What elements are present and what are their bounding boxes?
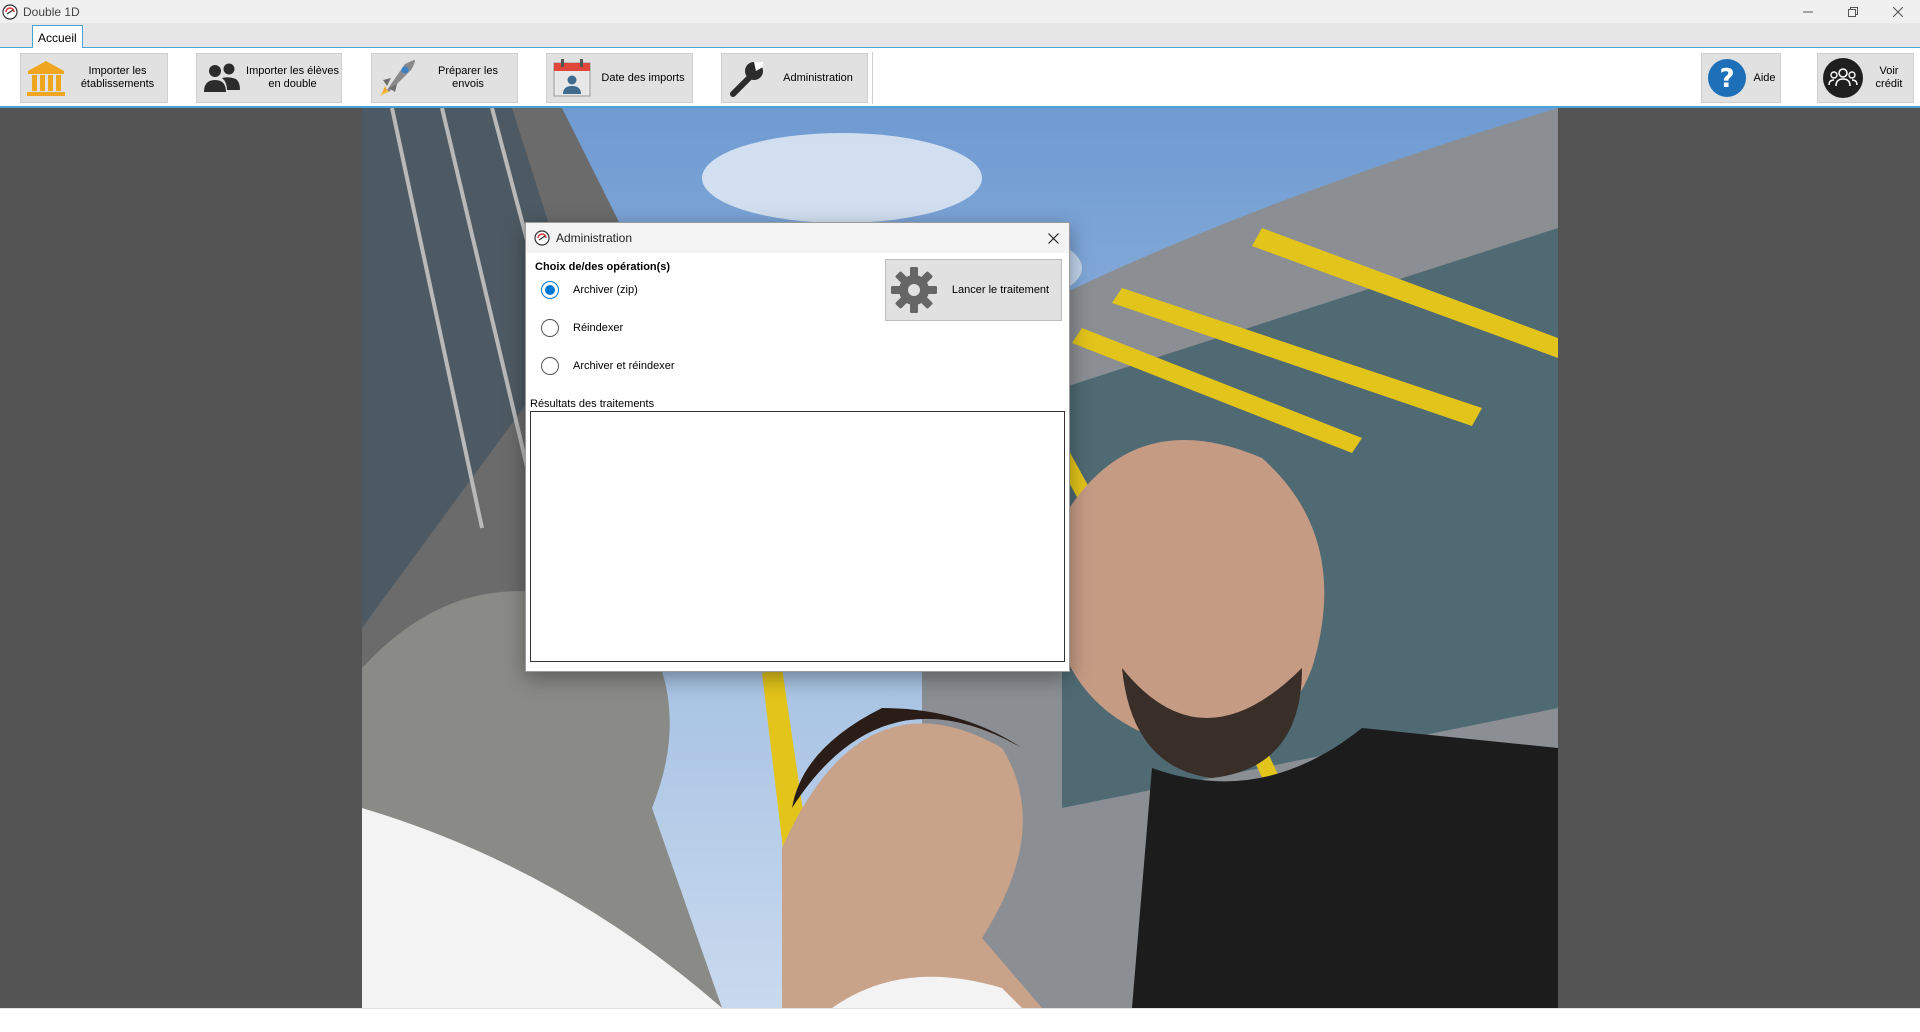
tab-accueil[interactable]: Accueil bbox=[32, 25, 83, 49]
option-label: Réindexer bbox=[573, 322, 624, 334]
help-button[interactable]: ? Aide bbox=[1701, 53, 1781, 103]
option-archive-zip[interactable]: Archiver (zip) bbox=[541, 281, 638, 299]
window-controls bbox=[1785, 0, 1920, 23]
window-title: Double 1D bbox=[23, 4, 80, 19]
gear-icon bbox=[891, 267, 937, 313]
users-icon bbox=[204, 63, 240, 92]
calendar-person-icon bbox=[553, 59, 591, 97]
close-icon bbox=[1047, 232, 1059, 244]
option-reindex[interactable]: Réindexer bbox=[541, 319, 623, 337]
minimize-button[interactable] bbox=[1785, 0, 1830, 23]
help-icon: ? bbox=[1708, 59, 1746, 97]
toolbar-separator bbox=[872, 52, 873, 104]
option-archive-and-reindex[interactable]: Archiver et réindexer bbox=[541, 357, 675, 375]
prepare-sendings-button[interactable]: Préparer les envois bbox=[371, 53, 518, 103]
team-icon bbox=[1823, 58, 1863, 98]
ribbon-toolbar: Importer les établissements Importer les… bbox=[0, 48, 1920, 108]
app-logo-icon bbox=[2, 3, 18, 20]
institution-icon bbox=[27, 61, 65, 96]
dialog-title: Administration bbox=[556, 231, 633, 245]
restore-icon bbox=[1847, 6, 1858, 17]
import-establishments-button[interactable]: Importer les établissements bbox=[20, 53, 168, 103]
results-textbox[interactable] bbox=[530, 411, 1065, 662]
help-label: Aide bbox=[1753, 71, 1776, 84]
option-label: Archiver et réindexer bbox=[573, 360, 675, 372]
dialog-close-button[interactable] bbox=[1041, 226, 1065, 250]
administration-label: Administration bbox=[783, 71, 853, 84]
import-dates-button[interactable]: Date des imports bbox=[546, 53, 693, 103]
radio-button[interactable] bbox=[541, 357, 559, 375]
svg-text:?: ? bbox=[1719, 64, 1734, 94]
import-duplicate-students-button[interactable]: Importer les élèves en double bbox=[196, 53, 342, 103]
status-bar bbox=[0, 1008, 1920, 1032]
run-processing-button[interactable]: Lancer le traitement bbox=[885, 259, 1062, 321]
close-button[interactable] bbox=[1875, 0, 1920, 23]
minimize-icon bbox=[1802, 11, 1813, 12]
option-label: Archiver (zip) bbox=[573, 284, 638, 296]
prepare-sendings-label: Préparer les envois bbox=[438, 65, 498, 90]
ribbon-tab-bar: Accueil bbox=[0, 23, 1920, 49]
view-credits-label: Voir crédit bbox=[1875, 65, 1903, 90]
close-icon bbox=[1892, 6, 1903, 17]
radio-button[interactable] bbox=[541, 319, 559, 337]
run-processing-label: Lancer le traitement bbox=[951, 284, 1050, 296]
restore-button[interactable] bbox=[1830, 0, 1875, 23]
rocket-icon bbox=[379, 60, 415, 96]
wrench-icon bbox=[730, 62, 763, 97]
administration-dialog: Administration Choix de/des opération(s)… bbox=[525, 222, 1070, 672]
administration-button[interactable]: Administration bbox=[721, 53, 868, 103]
results-label: Résultats des traitements bbox=[530, 398, 655, 410]
import-establishments-label: Importer les établissements bbox=[80, 65, 155, 90]
operations-section-title: Choix de/des opération(s) bbox=[535, 261, 671, 273]
title-bar: Double 1D bbox=[0, 0, 1920, 23]
dialog-title-bar: Administration bbox=[526, 223, 1069, 253]
radio-button[interactable] bbox=[541, 281, 559, 299]
import-dates-label: Date des imports bbox=[601, 71, 685, 84]
view-credits-button[interactable]: Voir crédit bbox=[1817, 53, 1914, 103]
import-duplicate-students-label: Importer les élèves en double bbox=[246, 65, 339, 90]
app-logo-icon bbox=[534, 230, 550, 246]
